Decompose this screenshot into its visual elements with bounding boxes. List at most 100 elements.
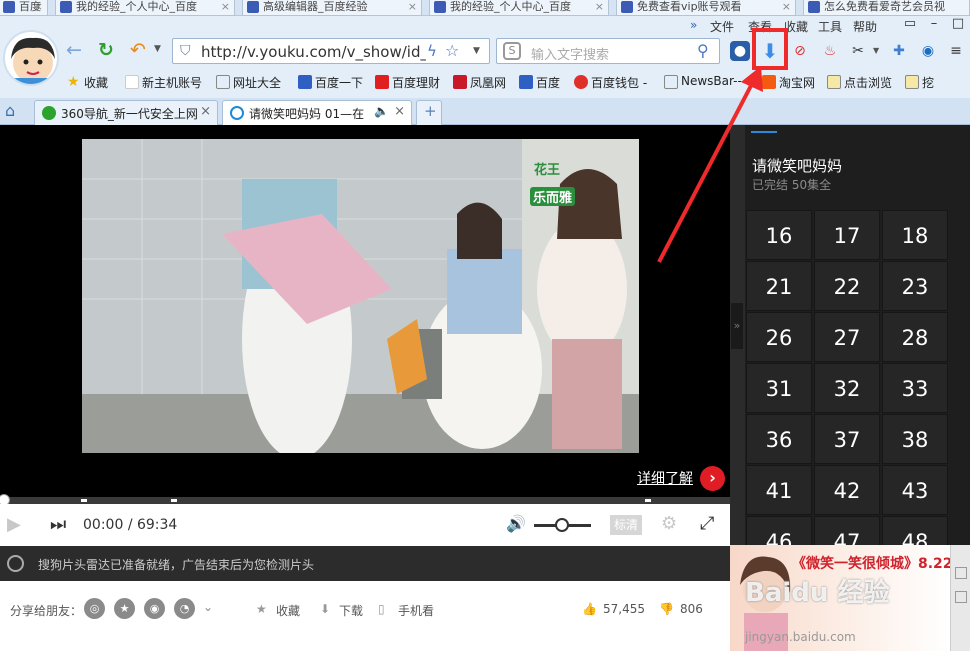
weibo-icon[interactable]: ♨ [820, 41, 840, 61]
download-icon[interactable]: ⬇ [320, 602, 330, 616]
close-icon[interactable]: × [34, 0, 43, 14]
tab-360-nav[interactable]: 360导航_新一代安全上网 × [34, 100, 218, 125]
puzzle-icon[interactable]: ✚ [889, 41, 909, 61]
episode-button[interactable]: 23 [882, 261, 948, 311]
thumb-up-icon[interactable]: 👍 [582, 602, 597, 616]
bookmark-item[interactable]: 百度一下 [298, 74, 363, 91]
weibo-icon[interactable]: ◉ [144, 598, 165, 619]
bookmark-item[interactable]: 挖 [905, 74, 934, 91]
collect-button[interactable]: 收藏 [276, 602, 300, 619]
window-tab[interactable]: 高级编辑器_百度经验 × [242, 0, 422, 16]
window-tab[interactable]: 怎么免费看爱奇艺会员视 [803, 0, 970, 16]
episode-button[interactable]: 32 [814, 363, 880, 413]
qzone-icon[interactable]: ★ [114, 598, 135, 619]
window-tab[interactable]: 我的经验_个人中心_百度 × [55, 0, 235, 16]
bookmark-item[interactable]: ★ 收藏 [67, 74, 108, 91]
chevron-icon[interactable]: » [690, 18, 697, 32]
episode-button[interactable]: 36 [746, 414, 812, 464]
maximize-icon[interactable]: □ [948, 16, 968, 31]
episode-button[interactable]: 17 [814, 210, 880, 260]
avatar[interactable] [3, 30, 59, 86]
episode-button[interactable]: 38 [882, 414, 948, 464]
episode-button[interactable]: 28 [882, 312, 948, 362]
undo-icon[interactable]: ↶ [130, 40, 146, 60]
bear-icon[interactable]: ● [730, 41, 750, 61]
volume-icon[interactable]: 🔊 [506, 514, 526, 533]
close-icon[interactable]: × [595, 0, 604, 14]
episode-button[interactable]: 18 [882, 210, 948, 260]
bookmark-item[interactable]: 淘宝网 [762, 74, 815, 91]
phone-icon[interactable]: ▯ [378, 602, 385, 616]
close-icon[interactable]: × [394, 104, 405, 119]
checkbox-icon[interactable] [955, 567, 967, 579]
bookmark-item[interactable]: 网址大全 [216, 74, 281, 91]
tab-youku-video[interactable]: 请微笑吧妈妈 01—在 🔈 × [222, 100, 412, 125]
lightning-icon[interactable]: ϟ [427, 42, 437, 60]
gear-icon[interactable]: ⚙ [661, 513, 677, 534]
episode-button[interactable]: 22 [814, 261, 880, 311]
progress-bar[interactable] [0, 494, 730, 506]
search-input[interactable]: 输入文字搜索 [531, 44, 609, 63]
volume-thumb[interactable] [555, 518, 569, 532]
star-icon[interactable]: ☆ [445, 41, 459, 60]
qq-icon[interactable]: ◔ [174, 598, 195, 619]
video-frame[interactable]: 花王 乐而雅 [82, 139, 639, 453]
episode-button[interactable]: 33 [882, 363, 948, 413]
chevron-down-icon[interactable]: ▼ [873, 46, 879, 55]
episode-button[interactable]: 37 [814, 414, 880, 464]
episode-button[interactable]: 21 [746, 261, 812, 311]
episode-button[interactable]: 27 [814, 312, 880, 362]
menu-tools[interactable]: 工具 [818, 18, 842, 35]
url-text[interactable]: http://v.youku.com/v_show/id_XM [201, 43, 426, 61]
wechat-icon[interactable]: ◎ [84, 598, 105, 619]
close-icon[interactable]: × [221, 0, 230, 14]
scissors-icon[interactable]: ✂ [848, 41, 868, 61]
learn-more-link[interactable]: 详细了解 [637, 468, 693, 488]
menu-file[interactable]: 文件 [710, 18, 734, 35]
episode-button[interactable]: 42 [814, 465, 880, 515]
next-icon[interactable]: ⏭ [50, 514, 66, 535]
window-tab[interactable]: 我的经验_个人中心_百度 × [429, 0, 609, 16]
checkbox-icon[interactable] [955, 591, 967, 603]
star-icon[interactable]: ★ [256, 602, 267, 616]
refresh-icon[interactable]: ↻ [98, 40, 114, 60]
close-icon[interactable]: × [782, 0, 791, 14]
bookmark-item[interactable]: 百度钱包 - [574, 74, 647, 91]
speaker-icon[interactable]: 🔈 [374, 104, 389, 118]
chevron-down-icon[interactable]: ▼ [473, 46, 480, 56]
close-icon[interactable]: × [408, 0, 417, 14]
address-bar[interactable]: ⛉ http://v.youku.com/v_show/id_XM ϟ ☆ ▼ [172, 38, 490, 64]
bookmark-item[interactable]: 凤凰网 [453, 74, 506, 91]
bookmark-item[interactable]: 百度理财 [375, 74, 440, 91]
shirt-icon[interactable]: ▭ [900, 16, 920, 31]
chevron-down-icon[interactable]: ⌄ [203, 600, 213, 614]
fullscreen-icon[interactable]: ⤢ [700, 513, 714, 534]
close-icon[interactable]: × [200, 104, 211, 119]
episode-button[interactable]: 43 [882, 465, 948, 515]
home-icon[interactable]: ⌂ [5, 101, 15, 120]
quality-button[interactable]: 标清 [610, 515, 642, 535]
arrow-right-icon[interactable]: › [700, 466, 725, 491]
scrollbar[interactable] [950, 545, 970, 651]
thumb-down-icon[interactable]: 👎 [659, 602, 674, 616]
play-icon[interactable]: ▶ [7, 514, 21, 535]
bookmark-item[interactable]: 百度 [519, 74, 560, 91]
window-tab[interactable]: 免费查看vip账号观看 × [616, 0, 796, 16]
bookmark-item[interactable]: 新主机账号 [125, 74, 202, 91]
menu-help[interactable]: 帮助 [853, 18, 877, 35]
collapse-handle[interactable]: » [731, 303, 743, 349]
download-button[interactable]: 下载 [339, 602, 363, 619]
episode-button[interactable]: 31 [746, 363, 812, 413]
video-player[interactable]: 花王 乐而雅 详细了解 › [0, 125, 730, 500]
episode-button[interactable]: 41 [746, 465, 812, 515]
mobile-watch-button[interactable]: 手机看 [398, 602, 434, 619]
new-tab-button[interactable]: + [416, 100, 442, 125]
window-tab[interactable]: 百度 × [0, 0, 48, 16]
search-box[interactable]: S 输入文字搜索 ⚲ [496, 38, 720, 64]
menu-icon[interactable]: ≡ [946, 41, 966, 61]
chevron-down-icon[interactable]: ▼ [154, 44, 161, 54]
magnifier-app-icon[interactable]: ◉ [918, 41, 938, 61]
bookmark-item[interactable]: 点击浏览 [827, 74, 892, 91]
search-icon[interactable]: ⚲ [697, 41, 709, 60]
back-icon[interactable]: ← [66, 40, 82, 60]
